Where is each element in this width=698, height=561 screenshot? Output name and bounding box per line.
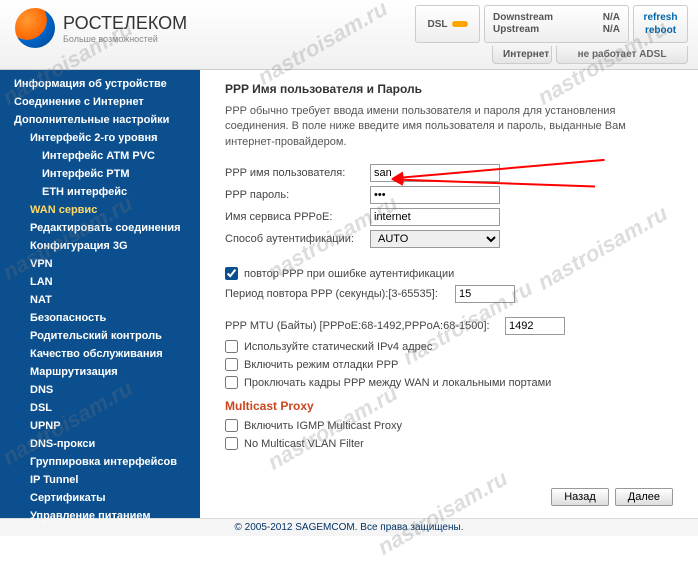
static-ipv4-label: Используйте статический IPv4 адрес	[244, 341, 432, 353]
sidebar-item-ip-tunnel[interactable]: IP Tunnel	[0, 471, 200, 489]
sidebar-item-l2-interface[interactable]: Интерфейс 2-го уровня	[0, 129, 200, 147]
stream-status-box: DownstreamN/A UpstreamN/A	[484, 5, 629, 43]
auth-method-label: Способ аутентификации:	[225, 233, 370, 245]
refresh-link[interactable]: refresh	[644, 12, 678, 23]
reboot-link[interactable]: reboot	[645, 25, 676, 36]
sidebar-item-parental[interactable]: Родительский контроль	[0, 327, 200, 345]
pppoe-service-input[interactable]	[370, 208, 500, 226]
sidebar-item-lan[interactable]: LAN	[0, 273, 200, 291]
igmp-checkbox[interactable]	[225, 419, 238, 432]
sidebar-item-qos[interactable]: Качество обслуживания	[0, 345, 200, 363]
sidebar-item-security[interactable]: Безопасность	[0, 309, 200, 327]
next-button[interactable]: Далее	[615, 488, 673, 506]
vlan-filter-label: No Multicast VLAN Filter	[244, 438, 364, 450]
page-description: PPP обычно требует ввода имени пользоват…	[225, 104, 678, 150]
brand-tagline: Больше возможностей	[63, 34, 187, 44]
header: РОСТЕЛЕКОМ Больше возможностей DSL Downs…	[0, 0, 698, 70]
ppp-mtu-label: PPP MTU (Байты) [PPPoE:68-1492,PPPoA:68-…	[225, 320, 505, 332]
retry-period-label: Период повтора PPP (секунды):[3-65535]:	[225, 288, 455, 300]
sidebar-item-dns-proxy[interactable]: DNS-прокси	[0, 435, 200, 453]
vlan-filter-checkbox[interactable]	[225, 437, 238, 450]
sidebar: Информация об устройстве Соединение с Ин…	[0, 70, 200, 518]
internet-tab: Интернет	[492, 46, 552, 64]
sidebar-item-advanced[interactable]: Дополнительные настройки	[0, 111, 200, 129]
sidebar-item-if-group[interactable]: Группировка интерфейсов	[0, 453, 200, 471]
sidebar-item-power[interactable]: Управление питанием	[0, 507, 200, 525]
back-button[interactable]: Назад	[551, 488, 609, 506]
brand-name: РОСТЕЛЕКОМ	[63, 13, 187, 34]
igmp-label: Включить IGMP Multicast Proxy	[244, 420, 402, 432]
ppp-retry-checkbox[interactable]	[225, 267, 238, 280]
sidebar-item-dns[interactable]: DNS	[0, 381, 200, 399]
static-ipv4-checkbox[interactable]	[225, 340, 238, 353]
bridge-ppp-label: Проключать кадры PPP между WAN и локальн…	[244, 377, 551, 389]
multicast-section-title: Multicast Proxy	[225, 399, 678, 413]
auth-method-select[interactable]: AUTO	[370, 230, 500, 248]
logo-area: РОСТЕЛЕКОМ Больше возможностей	[15, 8, 187, 48]
sidebar-item-dsl[interactable]: DSL	[0, 399, 200, 417]
ppp-password-input[interactable]	[370, 186, 500, 204]
bridge-ppp-checkbox[interactable]	[225, 376, 238, 389]
sidebar-item-routing[interactable]: Маршрутизация	[0, 363, 200, 381]
sidebar-item-3g[interactable]: Конфигурация 3G	[0, 237, 200, 255]
sidebar-item-eth[interactable]: ETH интерфейс	[0, 183, 200, 201]
retry-period-input[interactable]	[455, 285, 515, 303]
ppp-retry-label: повтор PPP при ошибке аутентификации	[244, 268, 454, 280]
sidebar-item-certs[interactable]: Сертификаты	[0, 489, 200, 507]
logo-icon	[15, 8, 55, 48]
dsl-indicator-icon	[452, 21, 468, 27]
sidebar-item-vpn[interactable]: VPN	[0, 255, 200, 273]
page-title: PPP Имя пользователя и Пароль	[225, 82, 678, 96]
sidebar-item-internet-conn[interactable]: Соединение с Интернет	[0, 93, 200, 111]
main-content: PPP Имя пользователя и Пароль PPP обычно…	[200, 70, 698, 518]
adsl-status-tab: не работает ADSL	[556, 46, 688, 64]
sidebar-item-nat[interactable]: NAT	[0, 291, 200, 309]
ppp-mtu-input[interactable]	[505, 317, 565, 335]
sidebar-item-ptm[interactable]: Интерфейс PTM	[0, 165, 200, 183]
sidebar-item-device-info[interactable]: Информация об устройстве	[0, 75, 200, 93]
ppp-username-label: PPP имя пользователя:	[225, 167, 370, 179]
dsl-status-box: DSL	[415, 5, 480, 43]
pppoe-service-label: Имя сервиса PPPoE:	[225, 211, 370, 223]
refresh-box: refresh reboot	[633, 5, 688, 43]
sidebar-item-wan-service[interactable]: WAN сервис	[0, 201, 200, 219]
sidebar-item-upnp[interactable]: UPNP	[0, 417, 200, 435]
sidebar-item-atm-pvc[interactable]: Интерфейс ATM PVC	[0, 147, 200, 165]
debug-ppp-label: Включить режим отладки PPP	[244, 359, 398, 371]
debug-ppp-checkbox[interactable]	[225, 358, 238, 371]
sidebar-item-edit-conn[interactable]: Редактировать соединения	[0, 219, 200, 237]
ppp-password-label: PPP пароль:	[225, 189, 370, 201]
